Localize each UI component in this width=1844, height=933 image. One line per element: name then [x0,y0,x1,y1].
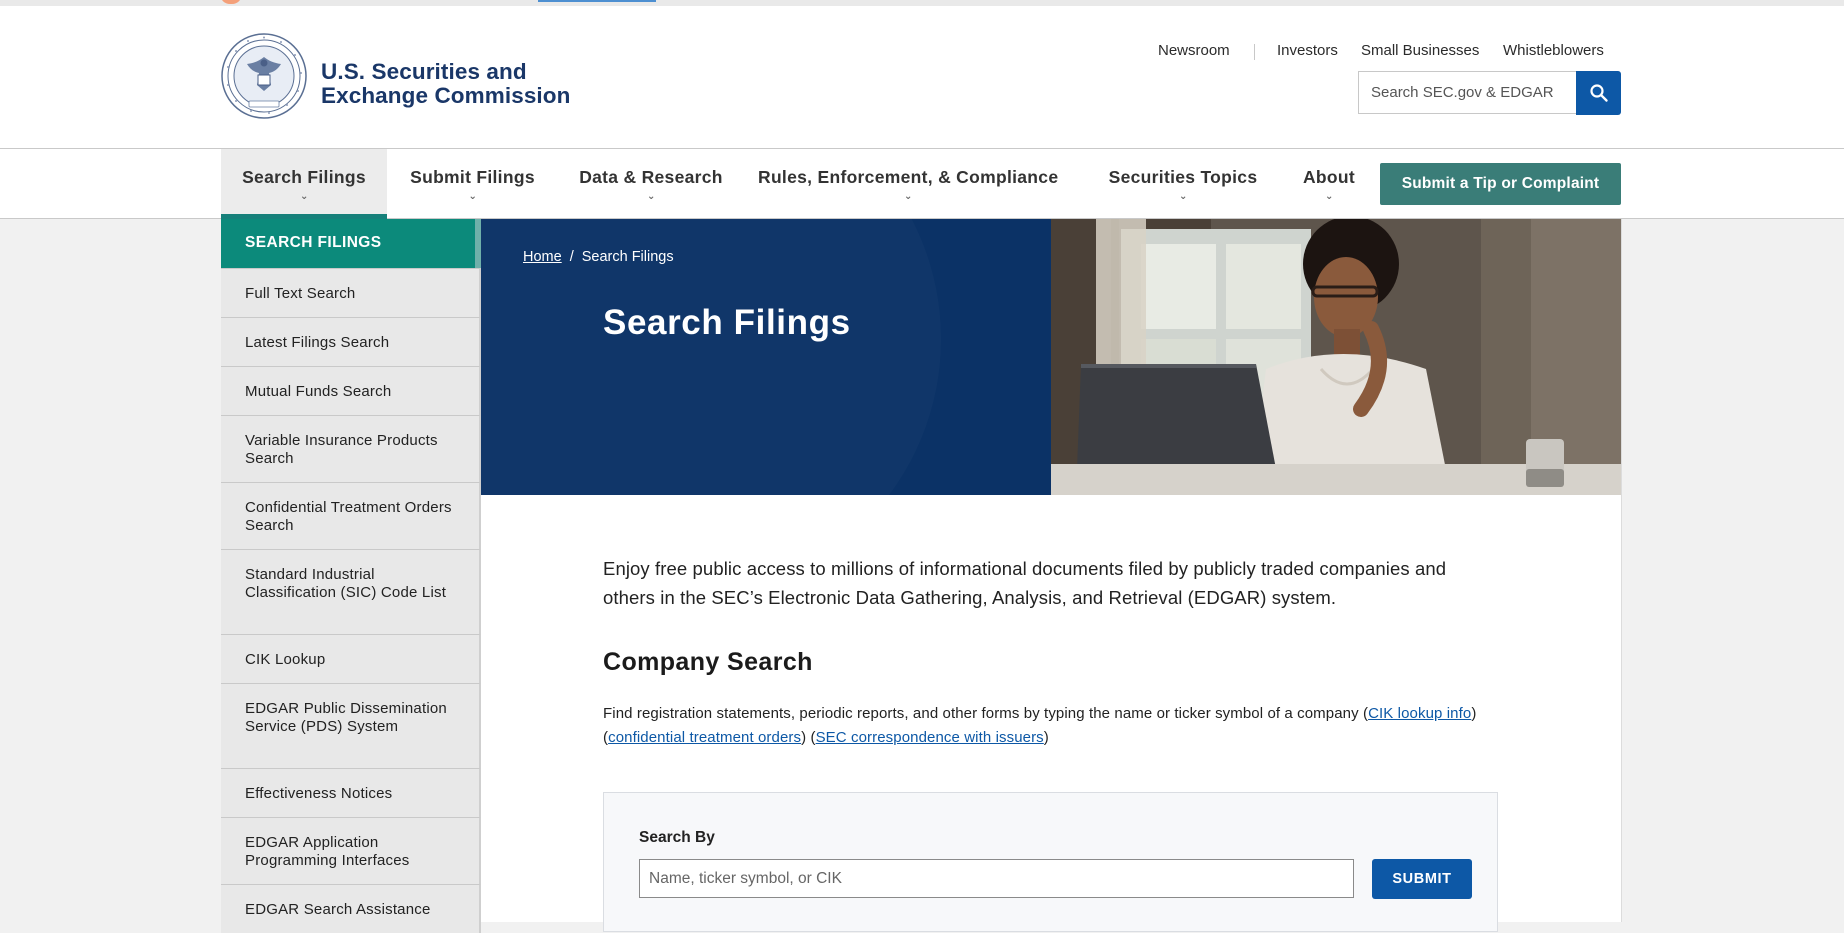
sidebar-item-variable-insurance[interactable]: Variable Insurance Products Search [221,415,481,482]
nav-label: Search Filings [242,167,366,187]
breadcrumb-current: Search Filings [581,249,674,265]
sec-correspondence-link[interactable]: SEC correspondence with issuers [816,729,1044,746]
company-search-heading: Company Search [603,648,813,676]
utility-divider [1254,44,1255,60]
sidebar-item-confidential-treatment[interactable]: Confidential Treatment Orders Search [221,482,481,549]
nav-label: Rules, Enforcement, & Compliance [758,167,1059,187]
sidebar-heading[interactable]: SEARCH FILINGS [221,219,481,268]
company-search-input[interactable] [639,859,1354,898]
small-businesses-link[interactable]: Small Businesses [1361,42,1479,59]
description-punct: ) ( [801,729,816,746]
chevron-down-icon: ⌄ [904,191,913,202]
nav-search-filings[interactable]: Search Filings ⌄ [221,149,387,219]
utility-nav: Newsroom Investors Small Businesses Whis… [0,42,1844,64]
chevron-down-icon: ⌄ [468,191,478,202]
nav-about[interactable]: About ⌄ [1296,149,1362,218]
breadcrumb-separator: / [569,249,574,265]
investors-link[interactable]: Investors [1277,42,1338,59]
submit-tip-button[interactable]: Submit a Tip or Complaint [1380,163,1621,205]
chevron-down-icon: ⌄ [1179,191,1188,202]
chevron-down-icon: ⌄ [300,191,309,202]
sidebar-item-mutual-funds-search[interactable]: Mutual Funds Search [221,366,481,415]
brand-wordmark[interactable]: U.S. Securities and Exchange Commission [321,60,570,108]
search-by-label: Search By [639,829,715,846]
banner-link-fragment [538,0,656,2]
newsroom-link[interactable]: Newsroom [1158,42,1230,59]
nav-label: Data & Research [579,167,723,187]
chevron-down-icon: ⌄ [1325,191,1334,202]
hero-banner: Home / Search Filings Search Filings [481,219,1621,495]
sidebar-item-edgar-pds[interactable]: EDGAR Public Dissemination Service (PDS)… [221,683,481,768]
breadcrumb: Home / Search Filings [523,249,674,265]
confidential-treatment-orders-link[interactable]: confidential treatment orders [608,729,801,746]
breadcrumb-home-link[interactable]: Home [523,249,562,265]
sidebar-item-cik-lookup[interactable]: CIK Lookup [221,634,481,683]
hero-text-panel: Home / Search Filings Search Filings [481,219,1051,495]
nav-label: About [1302,167,1356,187]
sidebar-item-sic-code-list[interactable]: Standard Industrial Classification (SIC)… [221,549,481,634]
nav-label: Submit Filings [410,167,535,187]
page-title: Search Filings [603,303,851,342]
nav-label: Securities Topics [1108,167,1258,187]
sidebar-item-effectiveness-notices[interactable]: Effectiveness Notices [221,768,481,817]
submit-button[interactable]: SUBMIT [1372,859,1472,899]
sidebar-item-edgar-apis[interactable]: EDGAR Application Programming Interfaces [221,817,481,884]
sidebar-item-full-text-search[interactable]: Full Text Search [221,268,481,317]
sidebar: SEARCH FILINGS Full Text Search Latest F… [221,219,481,933]
nav-rules-enforcement-compliance[interactable]: Rules, Enforcement, & Compliance ⌄ [758,149,1058,218]
company-search-description: Find registration statements, periodic r… [603,702,1483,750]
search-icon [1589,84,1608,102]
chevron-down-icon: ⌄ [647,191,656,202]
brand-line-2: Exchange Commission [321,83,571,108]
intro-paragraph: Enjoy free public access to millions of … [603,558,1447,608]
nav-securities-topics[interactable]: Securities Topics ⌄ [1098,149,1268,218]
company-search-form: Search By SUBMIT [603,792,1498,932]
description-text: Find registration statements, periodic r… [603,705,1369,722]
site-header: U.S. Securities and Exchange Commission … [0,6,1844,149]
nav-data-research[interactable]: Data & Research ⌄ [570,149,732,218]
main-content: Home / Search Filings Search Filings Enj… [481,219,1622,932]
whistleblowers-link[interactable]: Whistleblowers [1503,42,1604,59]
sidebar-item-edgar-search-assistance[interactable]: EDGAR Search Assistance [221,884,481,933]
cik-lookup-info-link[interactable]: CIK lookup info [1368,705,1471,722]
banner-flag-icon [220,0,242,4]
nav-submit-filings[interactable]: Submit Filings ⌄ [400,149,545,218]
hero-photo-woman-at-laptop [1051,219,1621,495]
site-search-button[interactable] [1576,71,1621,115]
site-search-input[interactable] [1358,71,1576,114]
description-punct: ) [1043,729,1049,746]
sidebar-item-latest-filings-search[interactable]: Latest Filings Search [221,317,481,366]
